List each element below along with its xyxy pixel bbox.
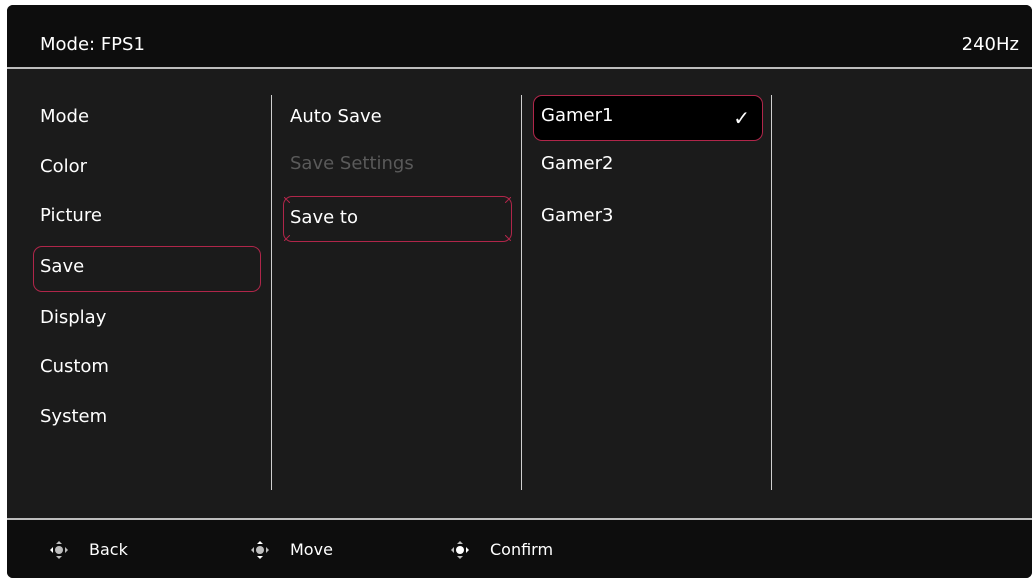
header-divider: [7, 67, 1032, 69]
column-divider: [271, 95, 272, 490]
menu-item-system[interactable]: System: [40, 400, 107, 434]
footer-move-label: Move: [290, 540, 333, 559]
joystick-icon: [50, 541, 68, 559]
footer-back[interactable]: Back: [49, 538, 128, 562]
header-bar: Mode: FPS1 240Hz: [7, 5, 1032, 67]
menu-item-picture[interactable]: Picture: [40, 199, 102, 233]
refresh-rate: 240Hz: [961, 34, 1019, 55]
column-divider: [771, 95, 772, 490]
footer-confirm-label: Confirm: [490, 540, 554, 559]
menu-item-gamer3[interactable]: Gamer3: [541, 199, 613, 233]
menu-item-display[interactable]: Display: [40, 301, 106, 335]
footer-move[interactable]: Move: [250, 538, 333, 562]
footer-back-label: Back: [89, 540, 128, 559]
column-divider: [521, 95, 522, 490]
menu-item-color[interactable]: Color: [40, 150, 87, 184]
checkmark-icon: ✓: [733, 106, 750, 130]
menu-item-save-settings: Save Settings: [290, 153, 414, 174]
menu-item-custom[interactable]: Custom: [40, 350, 109, 384]
footer-confirm[interactable]: Confirm: [450, 538, 553, 562]
joystick-icon: [451, 541, 469, 559]
menu-item-auto-save[interactable]: Auto Save: [290, 100, 382, 134]
osd-menu: Mode: FPS1 240Hz Mode Color Picture Save…: [7, 5, 1032, 578]
footer-bar: Back Move Confirm: [7, 520, 1032, 578]
menu-item-gamer1[interactable]: Gamer1: [541, 99, 613, 133]
mode-label: Mode: FPS1: [40, 34, 145, 55]
joystick-icon: [251, 541, 269, 559]
menu-item-save[interactable]: Save: [40, 250, 84, 284]
menu-item-gamer2[interactable]: Gamer2: [541, 147, 613, 181]
menu-item-mode[interactable]: Mode: [40, 100, 89, 134]
menu-item-save-to[interactable]: Save to: [290, 201, 358, 235]
